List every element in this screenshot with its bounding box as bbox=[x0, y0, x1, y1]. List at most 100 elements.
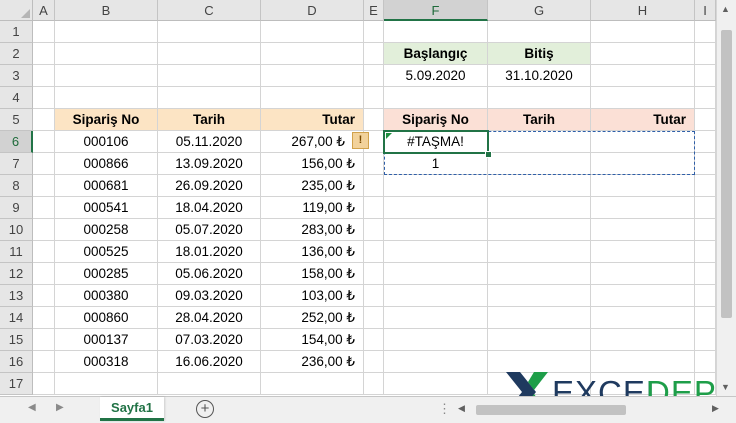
empty-cell[interactable] bbox=[695, 219, 716, 241]
empty-cell[interactable] bbox=[384, 285, 488, 307]
source-cell-order-no[interactable]: 000681 bbox=[55, 175, 158, 197]
empty-cell[interactable] bbox=[33, 87, 55, 109]
worksheet-grid[interactable]: A B C D E F G H I 1 2 3 4 5 6 7 8 9 10 1… bbox=[0, 0, 716, 396]
empty-cell[interactable] bbox=[488, 197, 591, 219]
empty-cell[interactable] bbox=[695, 65, 716, 87]
empty-cell[interactable] bbox=[384, 241, 488, 263]
source-cell-amount[interactable]: 154,00 ₺ bbox=[261, 329, 364, 351]
row-header-13[interactable]: 13 bbox=[0, 285, 33, 307]
empty-cell[interactable] bbox=[364, 109, 384, 131]
empty-cell[interactable] bbox=[33, 373, 55, 395]
source-cell-date[interactable]: 07.03.2020 bbox=[158, 329, 261, 351]
empty-cell[interactable] bbox=[384, 373, 488, 395]
empty-cell[interactable] bbox=[695, 329, 716, 351]
horizontal-scrollbar[interactable]: ◀ ▶ bbox=[456, 403, 726, 417]
empty-cell[interactable] bbox=[33, 109, 55, 131]
source-cell-amount[interactable]: 136,00 ₺ bbox=[261, 241, 364, 263]
row-header-9[interactable]: 9 bbox=[0, 197, 33, 219]
source-cell-amount[interactable]: 158,00 ₺ bbox=[261, 263, 364, 285]
empty-cell[interactable] bbox=[695, 109, 716, 131]
column-header-a[interactable]: A bbox=[33, 0, 55, 21]
empty-cell[interactable] bbox=[33, 329, 55, 351]
source-cell-date[interactable]: 05.11.2020 bbox=[158, 131, 261, 153]
empty-cell[interactable] bbox=[33, 351, 55, 373]
empty-cell[interactable] bbox=[384, 21, 488, 43]
empty-cell[interactable] bbox=[695, 175, 716, 197]
empty-cell[interactable] bbox=[488, 175, 591, 197]
source-cell-order-no[interactable]: 000860 bbox=[55, 307, 158, 329]
empty-cell[interactable] bbox=[33, 285, 55, 307]
row-header-17[interactable]: 17 bbox=[0, 373, 33, 395]
empty-cell[interactable] bbox=[261, 373, 364, 395]
row-header-15[interactable]: 15 bbox=[0, 329, 33, 351]
row-header-2[interactable]: 2 bbox=[0, 43, 33, 65]
source-header-amount[interactable]: Tutar bbox=[261, 109, 364, 131]
empty-cell[interactable] bbox=[33, 65, 55, 87]
criteria-end-header[interactable]: Bitiş bbox=[488, 43, 591, 65]
empty-cell[interactable] bbox=[364, 175, 384, 197]
row-header-4[interactable]: 4 bbox=[0, 87, 33, 109]
empty-cell[interactable] bbox=[364, 21, 384, 43]
add-sheet-icon[interactable]: + bbox=[196, 400, 214, 418]
vertical-scroll-thumb[interactable] bbox=[721, 30, 732, 318]
empty-cell[interactable] bbox=[591, 241, 695, 263]
empty-cell[interactable] bbox=[488, 241, 591, 263]
row-header-1[interactable]: 1 bbox=[0, 21, 33, 43]
empty-cell[interactable] bbox=[695, 241, 716, 263]
empty-cell[interactable] bbox=[591, 285, 695, 307]
source-cell-amount[interactable]: 236,00 ₺ bbox=[261, 351, 364, 373]
source-cell-date[interactable]: 05.06.2020 bbox=[158, 263, 261, 285]
empty-cell[interactable] bbox=[55, 373, 158, 395]
empty-cell[interactable] bbox=[261, 87, 364, 109]
empty-cell[interactable] bbox=[591, 175, 695, 197]
tab-scroll-right-icon[interactable]: ▶ bbox=[56, 402, 64, 413]
empty-cell[interactable] bbox=[33, 307, 55, 329]
empty-cell[interactable] bbox=[261, 65, 364, 87]
empty-cell[interactable] bbox=[488, 263, 591, 285]
empty-cell[interactable] bbox=[695, 285, 716, 307]
empty-cell[interactable] bbox=[364, 153, 384, 175]
empty-cell[interactable] bbox=[158, 87, 261, 109]
hscroll-right-arrow-icon[interactable]: ▶ bbox=[712, 403, 719, 414]
empty-cell[interactable] bbox=[55, 87, 158, 109]
horizontal-scroll-thumb[interactable] bbox=[476, 405, 626, 415]
source-cell-date[interactable]: 26.09.2020 bbox=[158, 175, 261, 197]
source-cell-date[interactable]: 13.09.2020 bbox=[158, 153, 261, 175]
empty-cell[interactable] bbox=[695, 307, 716, 329]
column-header-h[interactable]: H bbox=[591, 0, 695, 21]
empty-cell[interactable] bbox=[33, 131, 55, 153]
tab-split-handle-icon[interactable]: ⋮ bbox=[438, 401, 451, 417]
scroll-down-arrow-icon[interactable]: ▼ bbox=[721, 382, 730, 392]
empty-cell[interactable] bbox=[364, 329, 384, 351]
row-header-5[interactable]: 5 bbox=[0, 109, 33, 131]
tab-scroll-left-icon[interactable]: ◀ bbox=[28, 402, 36, 413]
scroll-up-arrow-icon[interactable]: ▲ bbox=[721, 4, 730, 14]
empty-cell[interactable] bbox=[364, 263, 384, 285]
empty-cell[interactable] bbox=[158, 43, 261, 65]
empty-cell[interactable] bbox=[488, 87, 591, 109]
empty-cell[interactable] bbox=[364, 43, 384, 65]
column-header-i[interactable]: I bbox=[695, 0, 716, 21]
empty-cell[interactable] bbox=[695, 263, 716, 285]
empty-cell[interactable] bbox=[33, 175, 55, 197]
empty-cell[interactable] bbox=[591, 263, 695, 285]
empty-cell[interactable] bbox=[488, 21, 591, 43]
empty-cell[interactable] bbox=[384, 197, 488, 219]
source-cell-amount[interactable]: 156,00 ₺ bbox=[261, 153, 364, 175]
source-cell-order-no[interactable]: 000318 bbox=[55, 351, 158, 373]
empty-cell[interactable] bbox=[695, 87, 716, 109]
empty-cell[interactable] bbox=[33, 21, 55, 43]
source-cell-order-no[interactable]: 000137 bbox=[55, 329, 158, 351]
row-header-6[interactable]: 6 bbox=[0, 131, 33, 153]
empty-cell[interactable] bbox=[364, 241, 384, 263]
empty-cell[interactable] bbox=[364, 87, 384, 109]
empty-cell[interactable] bbox=[384, 87, 488, 109]
empty-cell[interactable] bbox=[384, 351, 488, 373]
empty-cell[interactable] bbox=[488, 285, 591, 307]
empty-cell[interactable] bbox=[55, 65, 158, 87]
source-cell-date[interactable]: 09.03.2020 bbox=[158, 285, 261, 307]
empty-cell[interactable] bbox=[33, 197, 55, 219]
source-cell-order-no[interactable]: 000106 bbox=[55, 131, 158, 153]
empty-cell[interactable] bbox=[488, 219, 591, 241]
column-header-g[interactable]: G bbox=[488, 0, 591, 21]
